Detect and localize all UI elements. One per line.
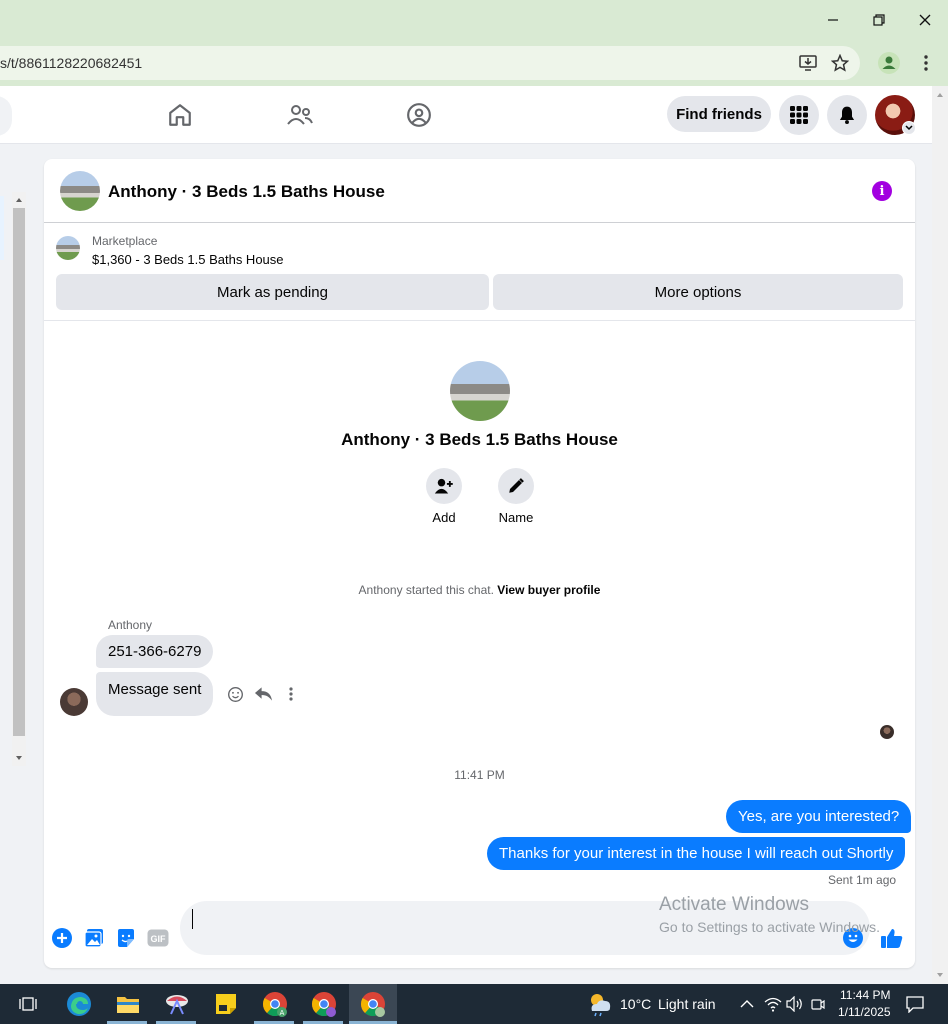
- edge-browser-icon[interactable]: [64, 989, 94, 1019]
- find-friends-button[interactable]: Find friends: [667, 96, 771, 132]
- chat-header: Anthony · 3 Beds 1.5 Baths House i: [44, 159, 915, 223]
- groups-icon[interactable]: [395, 98, 443, 132]
- friends-icon[interactable]: [276, 98, 324, 132]
- listing-small-thumbnail[interactable]: [56, 236, 80, 260]
- conversation-avatar: [450, 361, 510, 421]
- more-actions-plus-icon[interactable]: [51, 927, 73, 949]
- weather-rain-icon[interactable]: [585, 989, 615, 1019]
- minimize-icon: [828, 19, 838, 21]
- react-emoji-icon[interactable]: [224, 683, 246, 705]
- page-scroll-down-icon[interactable]: [932, 970, 948, 980]
- incoming-message[interactable]: 251-366-6279: [96, 635, 214, 668]
- gif-icon[interactable]: GIF: [147, 927, 169, 949]
- left-panel-edge: [0, 196, 4, 260]
- home-icon[interactable]: [156, 98, 204, 132]
- reply-icon[interactable]: [252, 683, 274, 705]
- chrome-profile-b-icon[interactable]: [309, 989, 339, 1019]
- bookmark-star-icon[interactable]: [829, 52, 851, 74]
- marketplace-listing-bar: Marketplace $1,360 - 3 Beds 1.5 Baths Ho…: [44, 224, 915, 321]
- task-view-icon[interactable]: [13, 989, 43, 1019]
- message-timestamp: 11:41 PM: [454, 768, 505, 782]
- add-person-icon: [434, 478, 453, 494]
- listing-thumbnail[interactable]: [60, 171, 100, 211]
- taskbar-date[interactable]: 1/11/2025: [838, 1005, 891, 1019]
- close-icon: [919, 14, 931, 26]
- address-bar-row: s/t/8861128220682451: [0, 40, 948, 86]
- weather-temperature[interactable]: 10°C: [620, 996, 651, 1012]
- taskbar-time[interactable]: 11:44 PM: [840, 988, 890, 1002]
- chat-started-notice: Anthony started this chat. View buyer pr…: [44, 583, 915, 597]
- conversation-title: Anthony · 3 Beds 1.5 Baths House: [341, 430, 618, 449]
- more-actions-icon[interactable]: [280, 683, 302, 705]
- attach-photo-icon[interactable]: [83, 927, 105, 949]
- sticky-notes-icon[interactable]: [211, 989, 241, 1019]
- url-text[interactable]: s/t/8861128220682451: [0, 55, 142, 71]
- incoming-message[interactable]: Message sent: [96, 672, 214, 716]
- more-options-button[interactable]: More options: [493, 274, 903, 310]
- windows-taskbar: A 10°C Light rain 11:44 PM 1/11/2025: [0, 984, 948, 1024]
- chrome-profile-icon[interactable]: [878, 52, 900, 74]
- seen-receipt-avatar: [880, 725, 894, 739]
- restore-icon: [873, 14, 885, 26]
- edit-name-button[interactable]: [498, 468, 534, 504]
- sender-name: Anthony: [108, 618, 153, 632]
- scroll-down-icon[interactable]: [12, 753, 26, 763]
- add-people-button[interactable]: [426, 468, 462, 504]
- outgoing-message[interactable]: Yes, are you interested?: [726, 800, 912, 833]
- close-button[interactable]: [912, 8, 938, 32]
- activate-windows-subtitle: Go to Settings to activate Windows.: [659, 919, 880, 935]
- activate-windows-title: Activate Windows: [659, 894, 809, 915]
- battery-meet-icon[interactable]: [803, 989, 833, 1019]
- chrome-profile-active-icon[interactable]: [358, 989, 388, 1019]
- snipping-tool-icon[interactable]: [162, 989, 192, 1019]
- restore-button[interactable]: [866, 8, 892, 32]
- started-text: Anthony started this chat.: [358, 583, 494, 597]
- sent-status: Sent 1m ago: [828, 873, 897, 887]
- sender-avatar[interactable]: [60, 688, 88, 716]
- file-explorer-icon[interactable]: [113, 989, 143, 1019]
- chat-window: Anthony · 3 Beds 1.5 Baths House i Marke…: [44, 159, 915, 968]
- svg-text:A: A: [280, 1010, 285, 1017]
- scroll-up-icon[interactable]: [12, 195, 26, 205]
- listing-price-title[interactable]: $1,360 - 3 Beds 1.5 Baths House: [92, 252, 284, 267]
- grid-icon: [790, 106, 808, 124]
- name-label: Name: [498, 510, 534, 525]
- bell-icon: [839, 106, 855, 124]
- add-label: Add: [432, 510, 456, 525]
- page-scrollbar[interactable]: [932, 86, 948, 984]
- account-chevron-down-icon[interactable]: [902, 121, 916, 135]
- left-scrollbar[interactable]: [12, 192, 26, 766]
- like-thumbs-up-icon[interactable]: [881, 927, 903, 949]
- search-field[interactable]: [0, 96, 12, 136]
- mark-as-pending-button[interactable]: Mark as pending: [56, 274, 489, 310]
- pencil-icon: [509, 478, 524, 493]
- minimize-button[interactable]: [820, 8, 846, 32]
- chat-title[interactable]: Anthony · 3 Beds 1.5 Baths House: [108, 182, 385, 202]
- chrome-profile-a-icon[interactable]: A: [260, 989, 290, 1019]
- view-buyer-profile-link[interactable]: View buyer profile: [497, 583, 600, 597]
- window-titlebar: [0, 0, 948, 40]
- info-icon[interactable]: i: [872, 181, 892, 201]
- notifications-button[interactable]: [827, 95, 867, 135]
- install-app-icon[interactable]: [797, 52, 819, 74]
- svg-text:GIF: GIF: [151, 934, 167, 944]
- weather-condition[interactable]: Light rain: [658, 996, 716, 1012]
- sticker-icon[interactable]: [115, 927, 137, 949]
- notification-center-icon[interactable]: [900, 989, 930, 1019]
- menu-grid-button[interactable]: [779, 95, 819, 135]
- facebook-navbar: Find friends: [0, 86, 932, 144]
- page-scroll-up-icon[interactable]: [932, 90, 948, 100]
- outgoing-message[interactable]: Thanks for your interest in the house I …: [487, 837, 906, 870]
- chrome-menu-icon[interactable]: [915, 52, 937, 74]
- text-cursor: [192, 909, 193, 929]
- marketplace-label: Marketplace: [92, 234, 158, 248]
- left-scrollbar-thumb[interactable]: [13, 208, 25, 736]
- address-bar[interactable]: s/t/8861128220682451: [0, 46, 860, 80]
